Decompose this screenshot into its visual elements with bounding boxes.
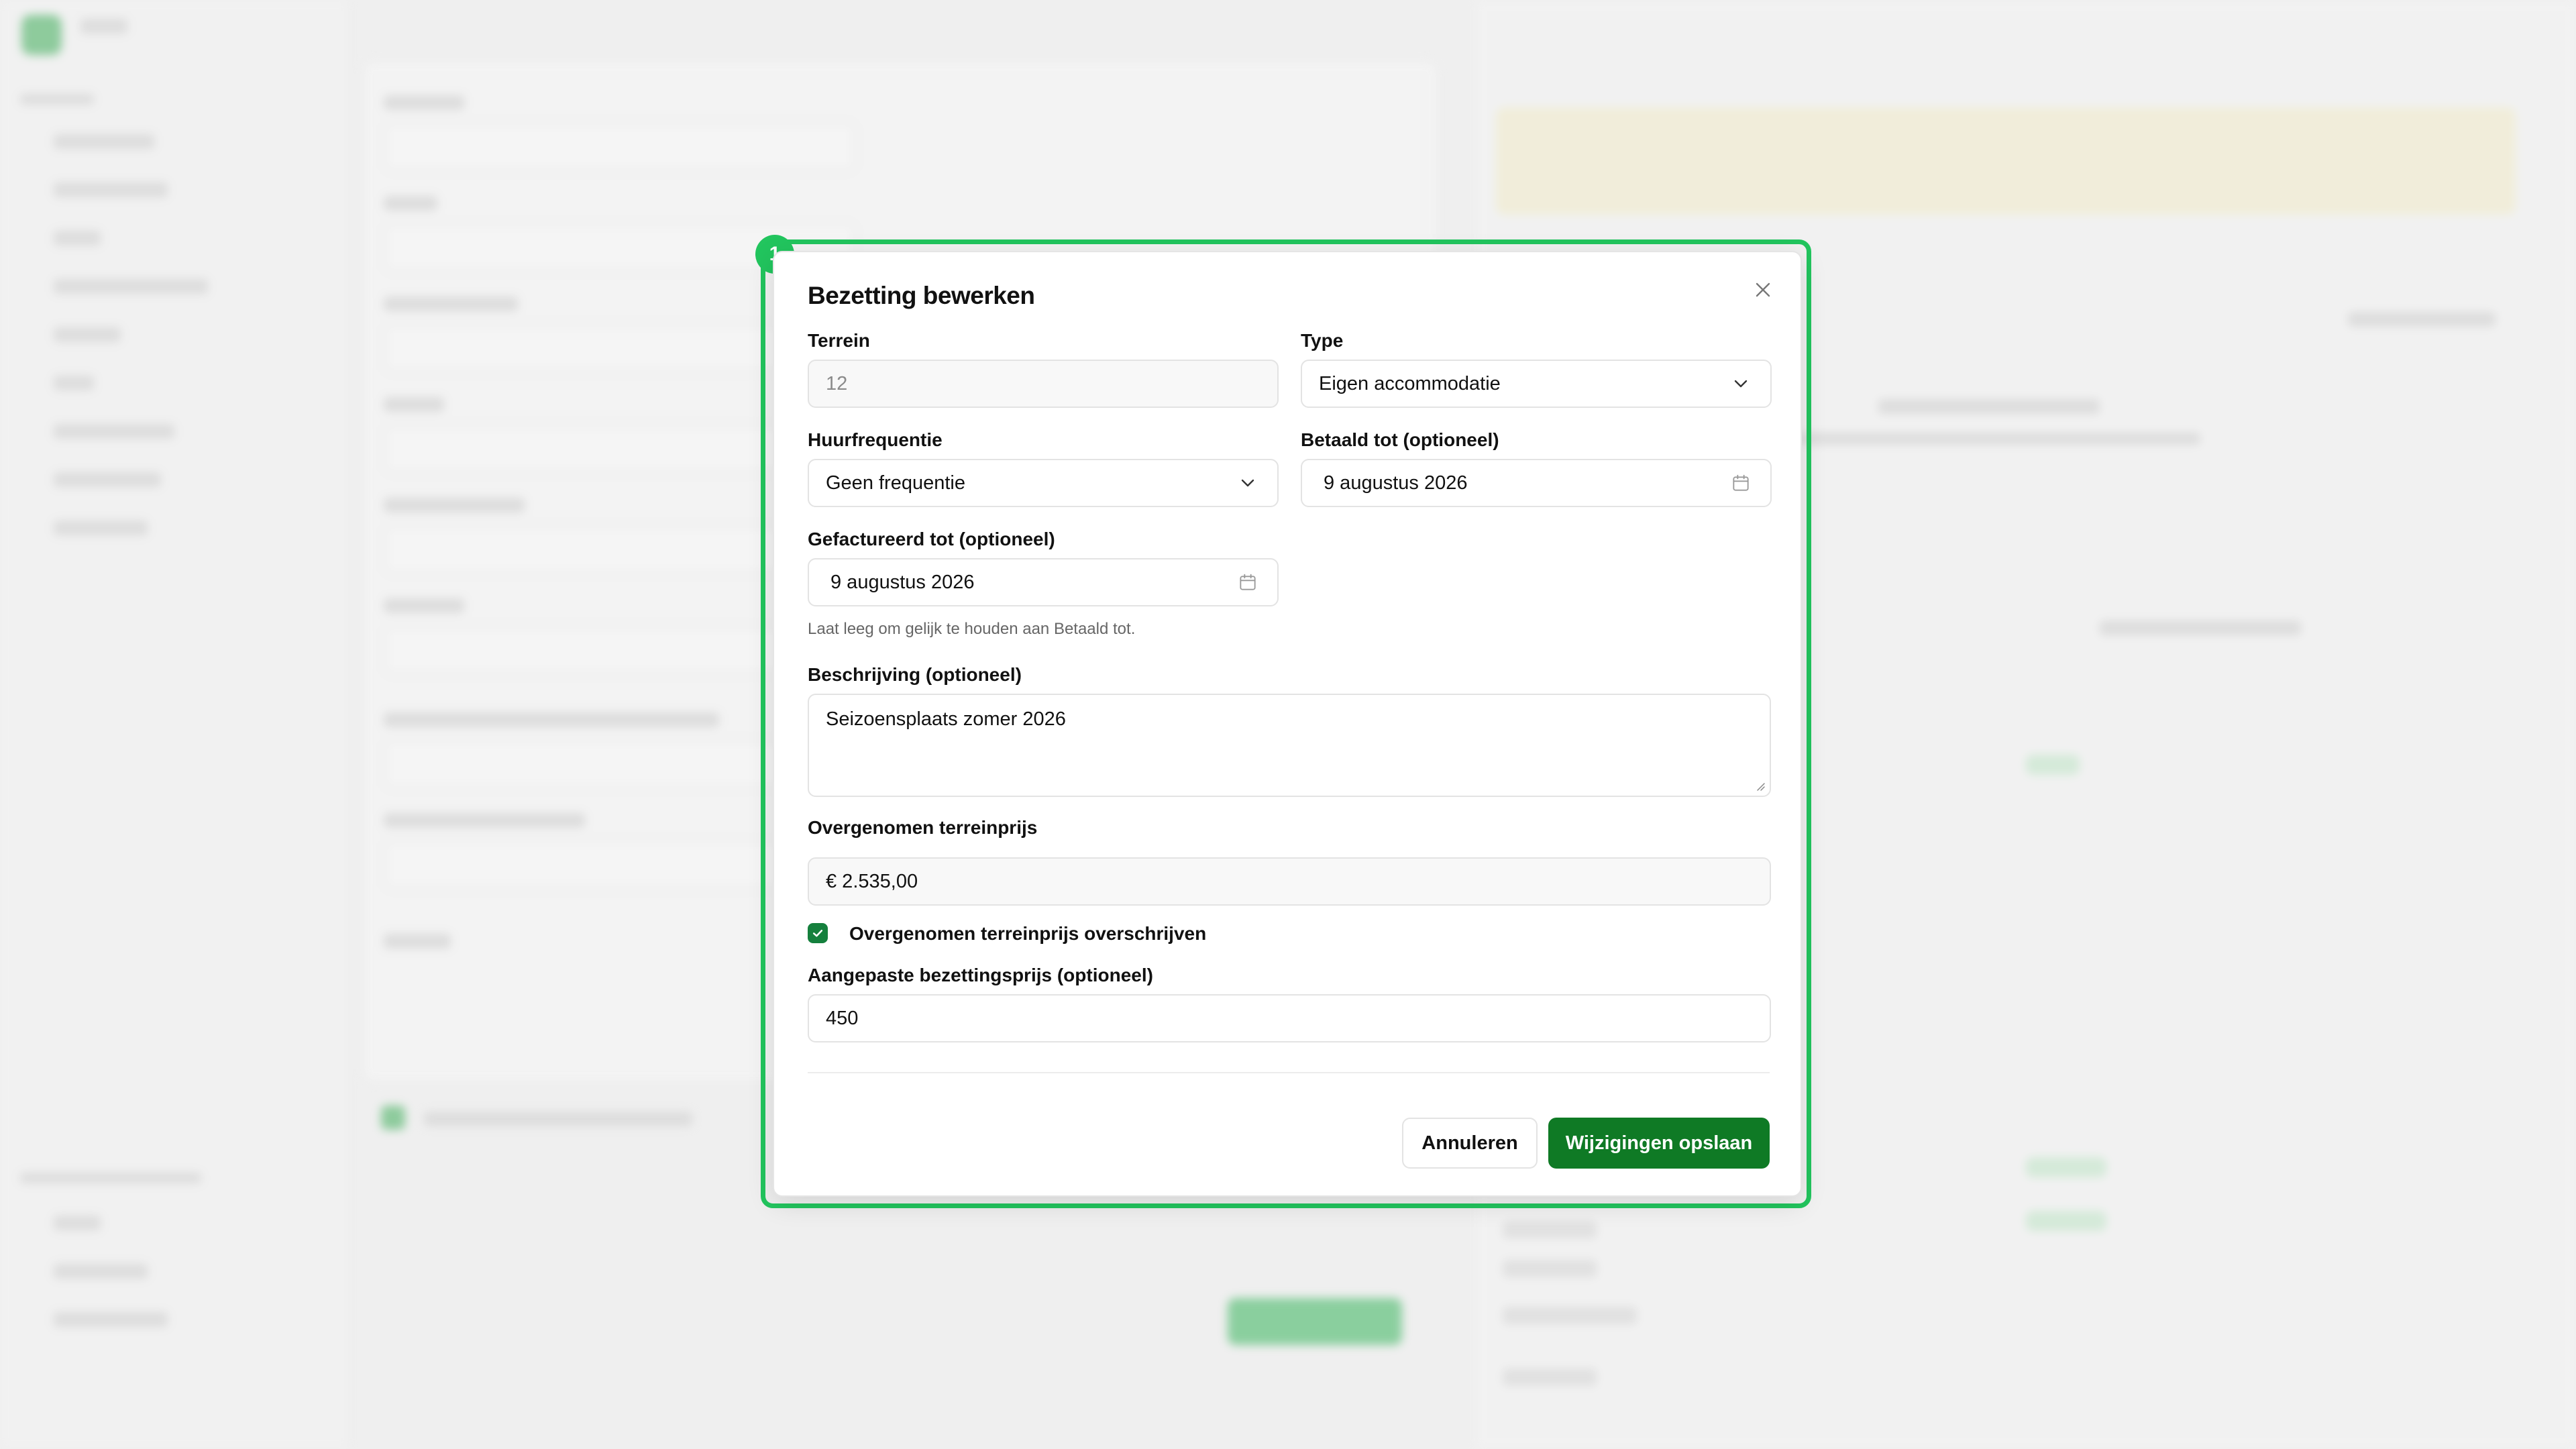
dialog-title: Bezetting bewerken xyxy=(808,282,1035,309)
aangepaste-prijs-input[interactable]: 450 xyxy=(808,994,1771,1042)
chevron-down-icon xyxy=(1734,380,1748,388)
calendar-icon[interactable] xyxy=(1730,472,1752,494)
cancel-button[interactable]: Annuleren xyxy=(1402,1118,1538,1169)
gefactureerd-tot-hint: Laat leeg om gelijk te houden aan Betaal… xyxy=(808,620,1136,638)
terrein-label: Terrein xyxy=(808,330,870,351)
aangepaste-prijs-label: Aangepaste bezettingsprijs (optioneel) xyxy=(808,965,1153,985)
aangepaste-prijs-value: 450 xyxy=(826,1007,859,1029)
gefactureerd-tot-date-field[interactable]: 9 augustus 2026 xyxy=(808,558,1279,606)
edit-occupancy-dialog: Bezetting bewerken Terrein 12 Type Eigen… xyxy=(773,251,1802,1197)
huurfrequentie-label: Huurfrequentie xyxy=(808,429,943,450)
gefactureerd-tot-value: 9 augustus 2026 xyxy=(830,571,975,593)
close-icon[interactable] xyxy=(1751,278,1775,302)
save-changes-button[interactable]: Wijzigingen opslaan xyxy=(1548,1118,1770,1169)
footer-divider xyxy=(808,1072,1770,1073)
terreinprijs-value: € 2.535,00 xyxy=(826,870,918,892)
resize-handle-icon[interactable] xyxy=(1752,778,1766,792)
override-checkbox-label[interactable]: Overgenomen terreinprijs overschrijven xyxy=(849,923,1206,945)
chevron-down-icon xyxy=(1241,479,1254,487)
background-sidebar xyxy=(0,0,350,1449)
check-icon xyxy=(812,930,823,937)
huurfrequentie-select[interactable]: Geen frequentie xyxy=(808,459,1279,507)
calendar-icon[interactable] xyxy=(1237,572,1258,593)
terrein-field[interactable]: 12 xyxy=(808,360,1279,408)
betaald-tot-label: Betaald tot (optioneel) xyxy=(1301,429,1499,450)
betaald-tot-value: 9 augustus 2026 xyxy=(1324,472,1468,494)
type-value: Eigen accommodatie xyxy=(1319,372,1501,394)
type-label: Type xyxy=(1301,330,1344,351)
beschrijving-textarea[interactable]: Seizoensplaats zomer 2026 xyxy=(808,694,1771,797)
gefactureerd-tot-label: Gefactureerd tot (optioneel) xyxy=(808,529,1055,549)
terreinprijs-label: Overgenomen terreinprijs xyxy=(808,817,1038,838)
terrein-value: 12 xyxy=(826,372,848,394)
override-checkbox[interactable] xyxy=(808,923,828,943)
terreinprijs-field: € 2.535,00 xyxy=(808,857,1771,906)
beschrijving-label: Beschrijving (optioneel) xyxy=(808,664,1022,685)
betaald-tot-date-field[interactable]: 9 augustus 2026 xyxy=(1301,459,1772,507)
beschrijving-value: Seizoensplaats zomer 2026 xyxy=(826,708,1066,730)
huurfrequentie-value: Geen frequentie xyxy=(826,472,965,494)
app-logo xyxy=(21,15,62,55)
type-select[interactable]: Eigen accommodatie xyxy=(1301,360,1772,408)
